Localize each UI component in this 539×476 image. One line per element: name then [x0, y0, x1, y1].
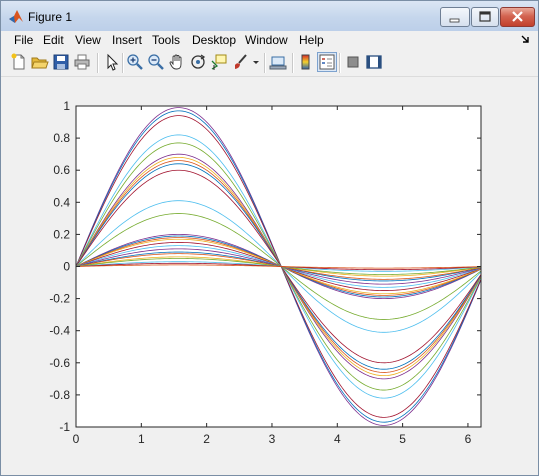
close-icon [512, 11, 523, 22]
y-tick-label: 1 [63, 99, 70, 113]
menu-view[interactable]: View [75, 33, 101, 47]
menu-insert[interactable]: Insert [112, 33, 142, 47]
figure-canvas[interactable]: 0 1 2 3 4 5 6 1 0.8 0.6 0.4 0.2 0 -0.2 -0.4 -0.6 -0.8 -1 [1, 77, 538, 475]
toolbar-separator [97, 53, 99, 73]
figure-window: Figure 1 File Edit View Insert Tools Des… [0, 0, 539, 476]
insert-legend-icon [319, 54, 335, 70]
close-button[interactable] [500, 7, 535, 27]
edit-plot-arrow-icon[interactable] [103, 53, 121, 71]
menu-tools[interactable]: Tools [152, 33, 180, 47]
minimize-button[interactable] [440, 7, 470, 27]
hide-plot-tools-icon[interactable] [344, 53, 362, 71]
y-tick-label: 0 [63, 260, 70, 274]
y-tick-label: 0.8 [53, 131, 70, 145]
save-figure-icon[interactable] [52, 53, 70, 71]
zoom-in-icon[interactable] [126, 53, 144, 71]
x-tick-label: 5 [399, 432, 406, 446]
pan-hand-icon[interactable] [168, 53, 186, 71]
x-tick-label: 1 [138, 432, 145, 446]
menu-help[interactable]: Help [299, 33, 324, 47]
y-tick-label: -0.6 [49, 356, 70, 370]
new-figure-icon[interactable] [10, 53, 28, 71]
menu-edit[interactable]: Edit [43, 33, 64, 47]
toolbar-separator [264, 53, 266, 73]
x-tick-label: 4 [334, 432, 341, 446]
menu-window[interactable]: Window [245, 33, 288, 47]
insert-legend-button[interactable] [317, 52, 337, 72]
y-tick-label: -0.2 [49, 292, 70, 306]
matlab-logo-icon [9, 10, 23, 23]
figure-toolbar [1, 49, 538, 77]
insert-colorbar-icon[interactable] [297, 53, 315, 71]
maximize-button[interactable] [471, 7, 499, 27]
maximize-icon [479, 11, 491, 22]
dock-arrow-icon[interactable] [520, 34, 530, 44]
brush-dropdown-icon[interactable] [252, 53, 260, 71]
minimize-icon [449, 18, 460, 23]
toolbar-separator [292, 53, 294, 73]
x-tick-label: 2 [203, 432, 210, 446]
x-tick-label: 3 [269, 432, 276, 446]
y-tick-label: -0.4 [49, 324, 70, 338]
zoom-out-icon[interactable] [147, 53, 165, 71]
menu-bar: File Edit View Insert Tools Desktop Wind… [1, 31, 538, 49]
print-figure-icon[interactable] [73, 53, 91, 71]
y-tick-label: 0.6 [53, 163, 70, 177]
show-plot-tools-icon[interactable] [365, 53, 383, 71]
data-cursor-icon[interactable] [210, 53, 228, 71]
toolbar-separator [122, 53, 124, 73]
y-tick-label: -1 [59, 420, 70, 434]
menu-file[interactable]: File [14, 33, 33, 47]
x-tick-label: 6 [465, 432, 472, 446]
window-title: Figure 1 [28, 10, 73, 24]
open-file-icon[interactable] [31, 53, 49, 71]
y-tick-label: 0.2 [53, 227, 70, 241]
title-bar[interactable]: Figure 1 [1, 1, 538, 31]
y-tick-label: -0.8 [49, 388, 70, 402]
link-plot-icon[interactable] [269, 53, 287, 71]
x-tick-label: 0 [73, 432, 80, 446]
menu-desktop[interactable]: Desktop [192, 33, 236, 47]
y-tick-label: 0.4 [53, 195, 70, 209]
sine-plot[interactable]: 0 1 2 3 4 5 6 1 0.8 0.6 0.4 0.2 0 -0.2 -0.4 -0.6 -0.8 -1 [1, 77, 538, 475]
rotate-3d-icon[interactable] [189, 53, 207, 71]
brush-icon[interactable] [232, 53, 250, 71]
toolbar-separator [339, 53, 341, 73]
